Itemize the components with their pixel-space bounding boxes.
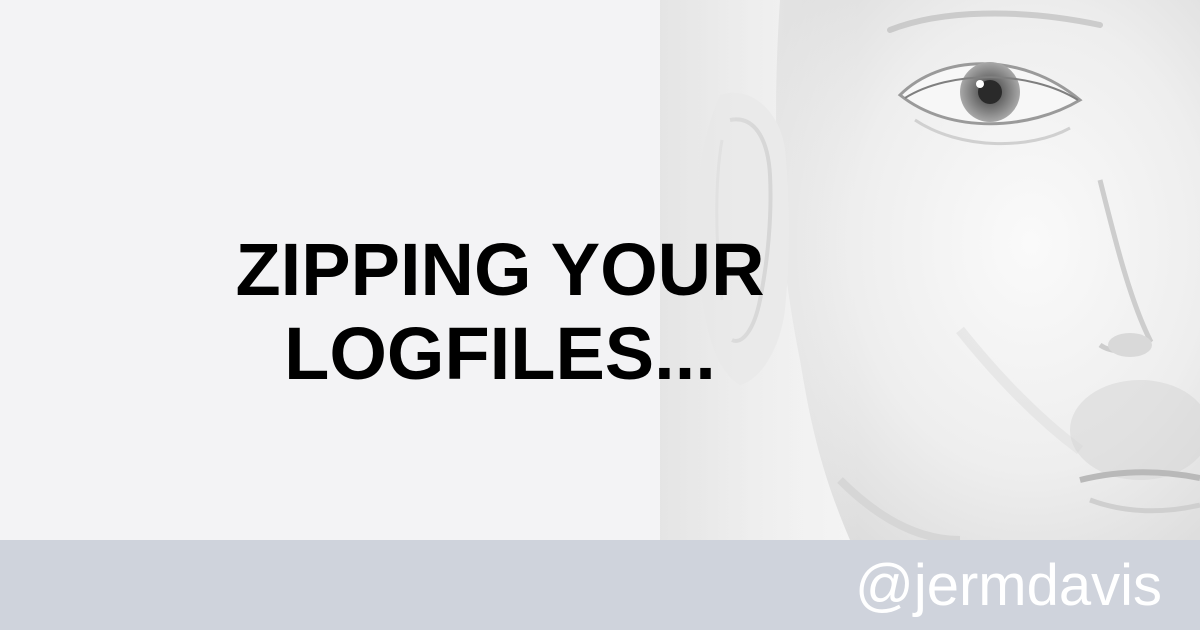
- social-card: ZIPPING YOUR LOGFILES... @jermdavis: [0, 0, 1200, 630]
- title-line-2: LOGFILES...: [284, 312, 716, 395]
- page-title: ZIPPING YOUR LOGFILES...: [200, 228, 800, 396]
- author-handle: @jermdavis: [854, 553, 1162, 618]
- title-line-1: ZIPPING YOUR: [235, 228, 765, 311]
